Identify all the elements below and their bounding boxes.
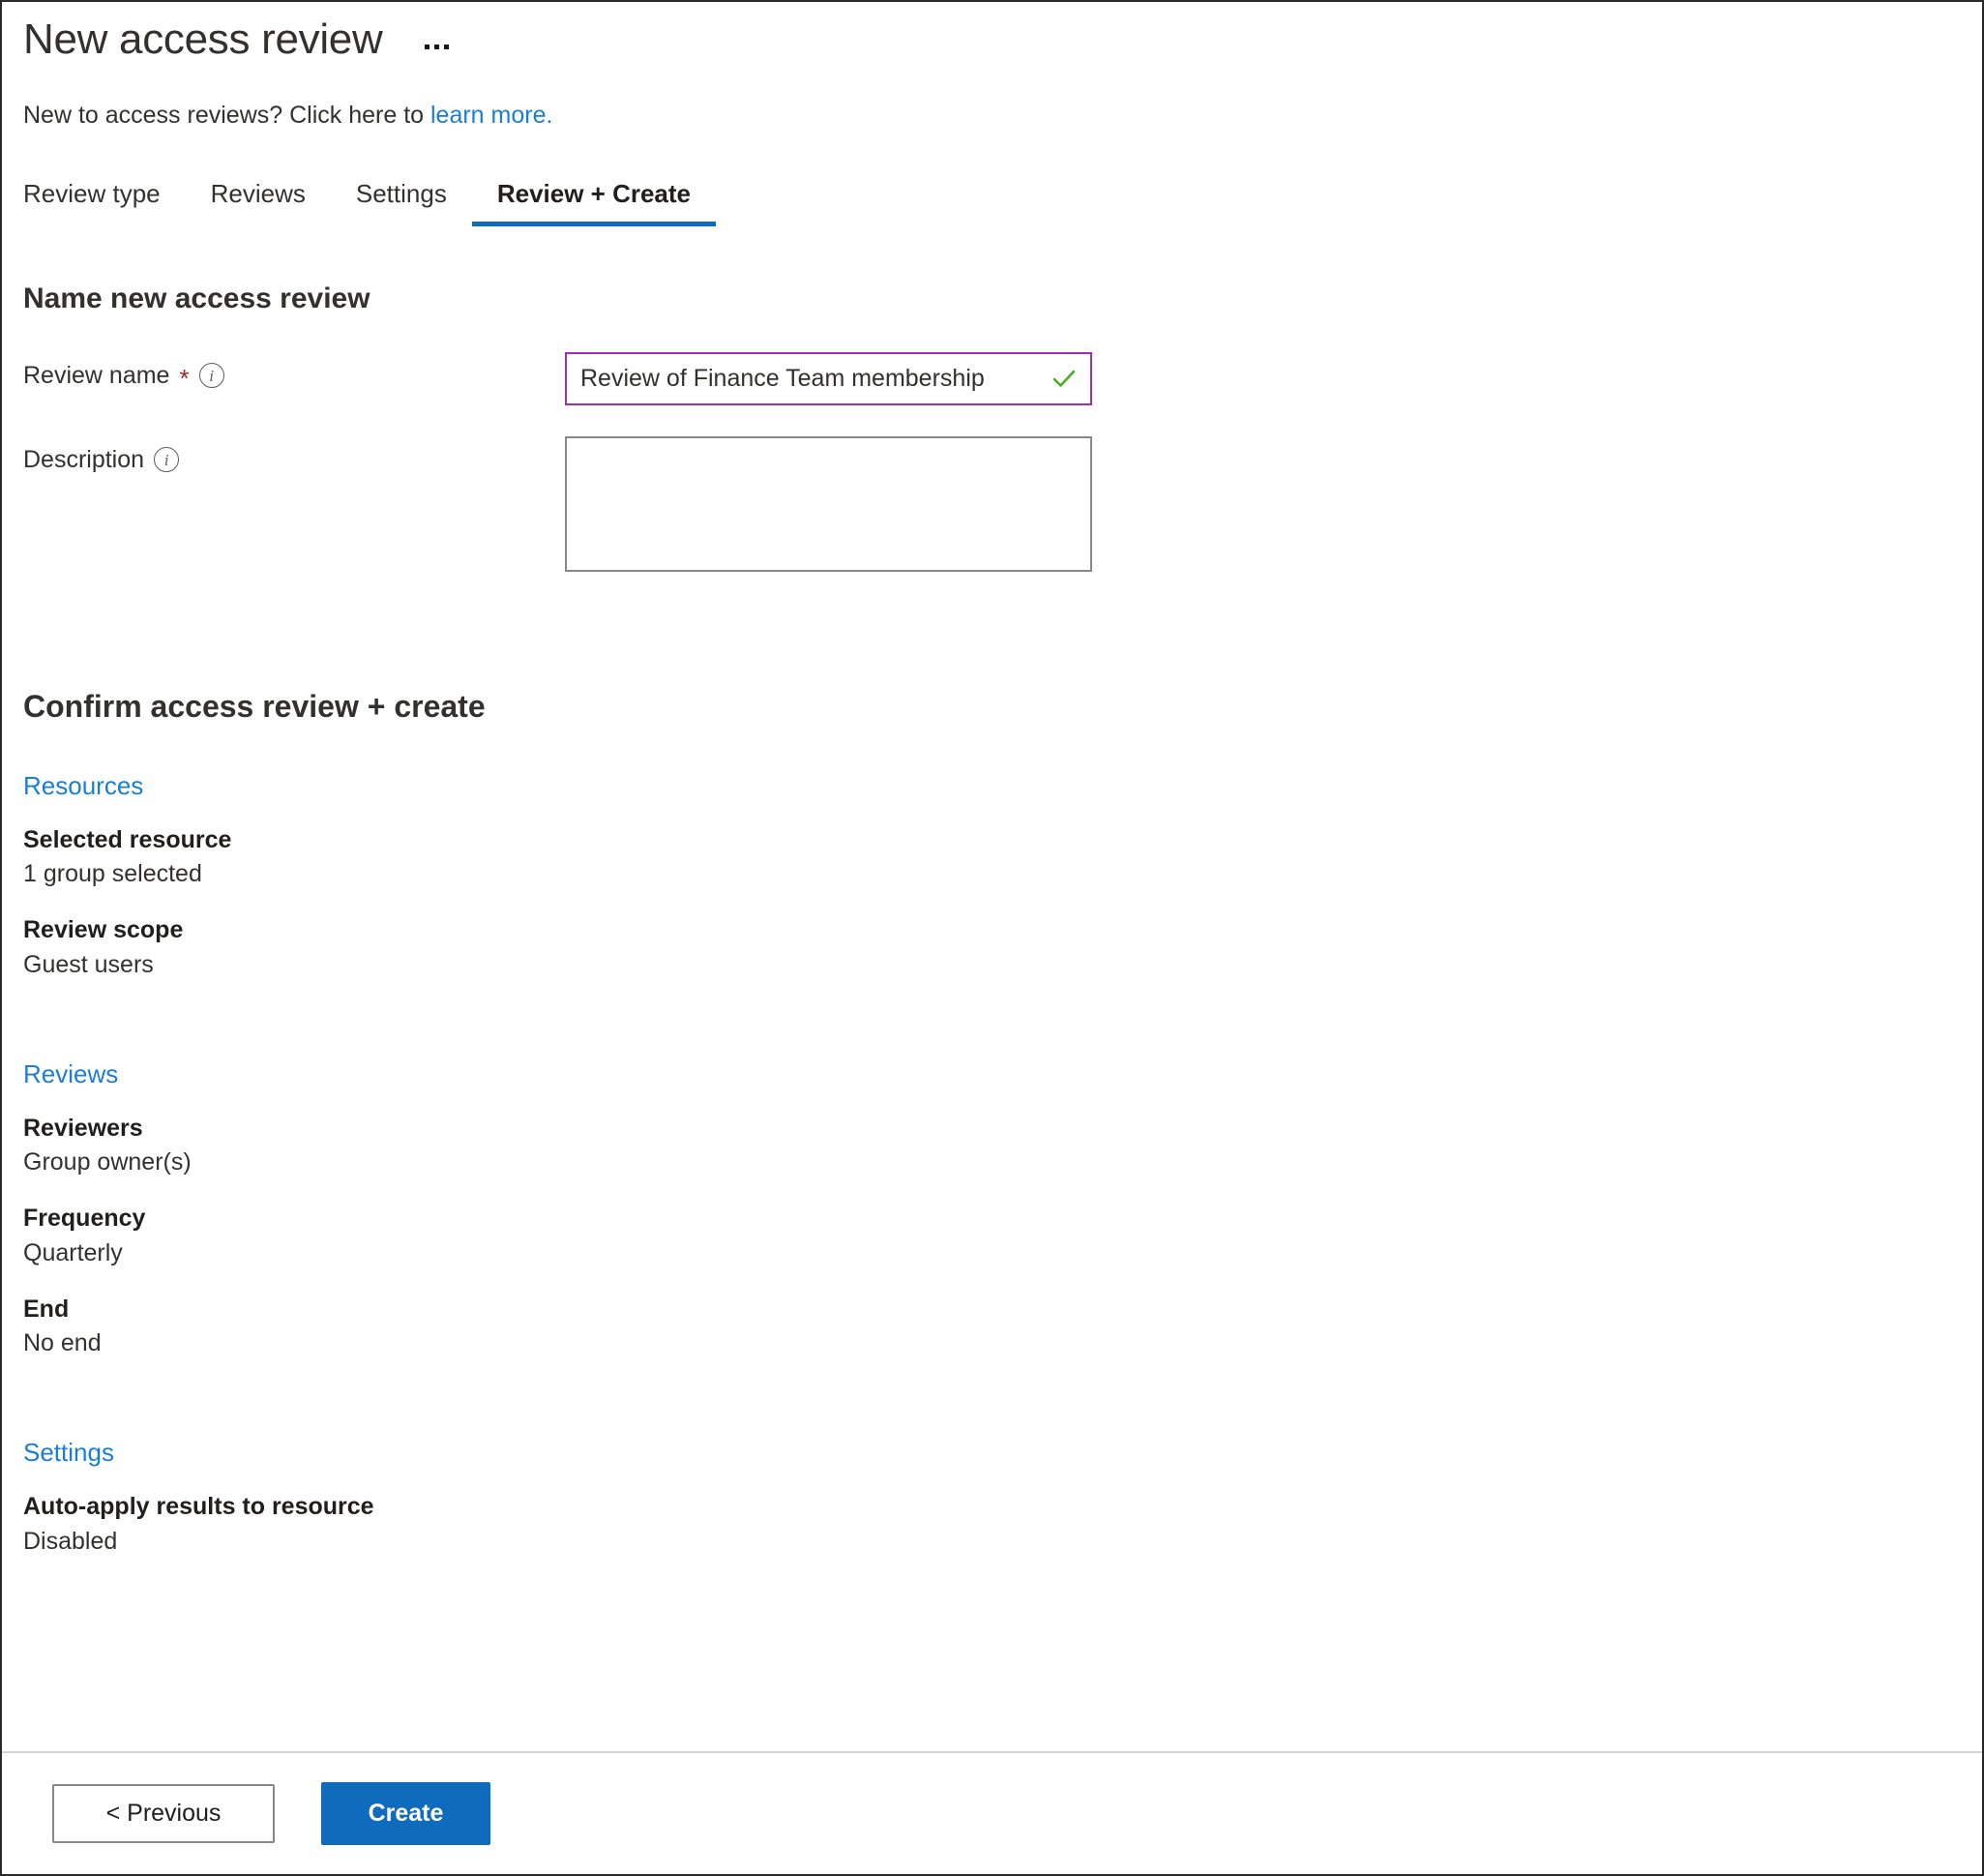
blade-footer: < Previous Create [2,1751,1982,1874]
summary-item: Selected resource 1 group selected [23,824,1982,892]
summary-item-value: Group owner(s) [23,1148,192,1176]
blade-header: New access review [2,2,1982,65]
tab-reviews[interactable]: Reviews [186,173,331,226]
intro-text: New to access reviews? Click here to lea… [2,102,1982,130]
intro-text-prefix: New to access reviews? Click here to [23,101,430,129]
summary-item: Frequency Quarterly [23,1203,1982,1270]
required-asterisk: * [179,364,190,394]
description-row: Description i [23,435,1982,577]
name-section-heading: Name new access review [23,282,370,314]
info-icon[interactable]: i [154,447,180,473]
summary-item-label: Reviewers [23,1114,143,1142]
ellipsis-dot [434,44,440,49]
blade-content: New access review New to access reviews?… [2,2,1982,1751]
summary-item: Auto-apply results to resource Disabled [23,1491,1982,1559]
summary-item-label: Auto-apply results to resource [23,1493,374,1521]
summary-item-value: Disabled [23,1527,118,1555]
summary-item: End No end [23,1294,1982,1361]
summary-item-value: No end [23,1329,102,1357]
tab-review-create[interactable]: Review + Create [471,173,717,226]
tab-review-type[interactable]: Review type [23,173,186,226]
summary-group-settings: Settings Auto-apply results to resource … [2,1438,1982,1559]
summary-item-label: Selected resource [23,825,232,853]
summary-link-settings[interactable]: Settings [23,1438,114,1468]
tab-settings[interactable]: Settings [331,173,472,226]
review-name-label: Review name [23,361,170,389]
name-form: Review name * i Description i [2,351,1982,577]
summary-group-resources: Resources Selected resource 1 group sele… [2,771,1982,982]
info-icon[interactable]: i [198,363,224,389]
summary-group-reviews: Reviews Reviewers Group owner(s) Frequen… [2,1059,1982,1361]
summary-item-value: 1 group selected [23,860,202,888]
summary-item-label: Review scope [23,916,184,944]
summary-link-reviews[interactable]: Reviews [23,1059,118,1089]
ellipsis-dot [425,44,430,49]
summary-item-label: End [23,1295,70,1323]
review-name-row: Review name * i [23,351,1982,405]
description-label: Description [23,445,145,473]
description-label-group: Description i [23,436,565,474]
summary-link-resources[interactable]: Resources [23,771,143,801]
page-title: New access review [23,15,383,63]
ellipsis-dot [444,44,450,49]
description-field-wrap [565,435,1092,577]
learn-more-link[interactable]: learn more. [430,102,552,129]
summary-item: Reviewers Group owner(s) [23,1113,1982,1180]
review-name-input[interactable] [565,351,1092,405]
review-name-field-wrap [565,351,1092,405]
summary-item-value: Quarterly [23,1238,123,1266]
summary-item: Review scope Guest users [23,914,1982,982]
more-options-icon[interactable] [421,39,453,55]
summary-item-value: Guest users [23,950,154,978]
create-button[interactable]: Create [321,1782,490,1845]
review-name-label-group: Review name * i [23,352,565,394]
previous-button[interactable]: < Previous [52,1784,275,1843]
new-access-review-blade: New access review New to access reviews?… [0,0,1984,1876]
summary-item-label: Frequency [23,1205,146,1233]
description-textarea[interactable] [565,435,1092,572]
wizard-tabs: Review type Reviews Settings Review + Cr… [2,173,1982,226]
confirm-section-heading: Confirm access review + create [23,688,486,724]
